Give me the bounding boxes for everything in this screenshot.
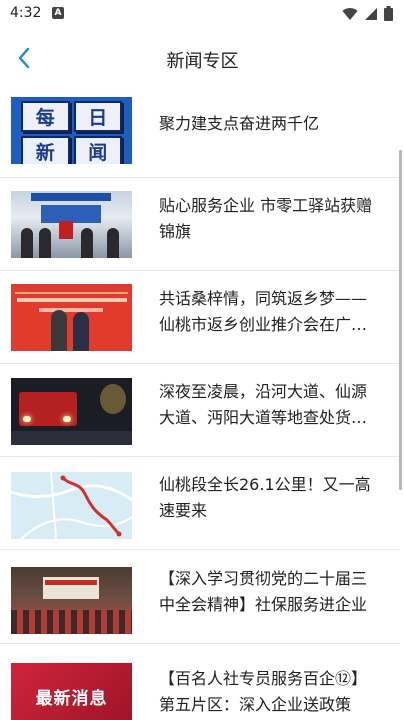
thumb-shape [81,228,93,258]
thumb-char: 闻 [73,136,122,164]
battery-icon [384,6,393,21]
news-list[interactable]: 每 日 新 闻 聚力建支点奋进两千亿 贴心服务企业 市零工驿站获赠锦旗 共话桑梓… [0,86,405,720]
thumb-label: 最新消息 [35,689,108,709]
thumb-shape [45,580,97,585]
page-title: 新闻专区 [166,51,239,72]
thumb-shape [23,416,31,422]
news-title: 聚力建支点奋进两千亿 [159,114,320,133]
news-title: 深夜至凌晨，沿河大道、仙源大道、沔阳大道等地查处货车违法行为 [159,382,368,427]
status-icons [342,6,393,21]
thumb-char: 日 [73,101,122,132]
thumb-shape [51,310,67,351]
news-title: 【百名人社专员服务百企⑫】第五片区：深入企业送政策 [159,669,368,714]
thumb-char: 每 [21,101,70,132]
thumb-shape [39,228,51,258]
status-bar: 4:32 A [0,0,405,28]
app-header: 新闻专区 [0,34,405,84]
scrollbar[interactable] [399,150,402,490]
thumb-shape [39,308,103,312]
news-thumbnail [11,378,132,445]
thumb-shape [73,312,89,351]
news-item[interactable]: 仙桃段全长26.1公里！又一高速要来 [0,458,400,550]
thumb-shape [17,298,127,302]
thumb-shape [59,221,73,239]
thumb-shape [11,431,132,445]
thumb-shape [31,193,111,201]
thumb-shape [11,610,132,634]
news-item[interactable]: 每 日 新 闻 聚力建支点奋进两千亿 [0,86,400,178]
news-thumbnail [11,284,132,351]
thumb-shape [21,228,33,258]
news-thumbnail [11,191,132,258]
news-item[interactable]: 共话桑梓情，同筑返乡梦——仙桃市返乡创业推介会在广州举行 [0,272,400,364]
news-title: 贴心服务企业 市零工驿站获赠锦旗 [159,196,373,241]
map-thumbnail [11,472,132,539]
news-item[interactable]: 最新消息 【百名人社专员服务百企⑫】第五片区：深入企业送政策 [0,652,400,720]
thumb-shape [100,384,126,414]
news-title: 【深入学习贯彻党的二十届三中全会精神】社保服务进企业 [159,569,368,614]
thumb-shape [15,292,128,294]
news-item[interactable]: 贴心服务企业 市零工驿站获赠锦旗 [0,179,400,271]
signal-icon [365,7,377,20]
news-item[interactable]: 深夜至凌晨，沿河大道、仙源大道、沔阳大道等地查处货车违法行为 [0,365,400,457]
thumb-shape [107,228,119,258]
status-time: 4:32 [10,5,42,21]
news-thumbnail [11,567,132,634]
thumb-shape [63,416,71,422]
news-thumbnail: 每 日 新 闻 [11,97,132,164]
notification-icon: A [52,7,64,19]
wifi-icon [342,7,358,20]
thumb-char: 新 [21,136,70,164]
news-thumbnail [11,472,132,539]
news-title: 仙桃段全长26.1公里！又一高速要来 [159,475,371,520]
news-thumbnail: 最新消息 [11,663,132,720]
news-title: 共话桑梓情，同筑返乡梦——仙桃市返乡创业推介会在广州举行 [159,289,368,334]
news-item[interactable]: 【深入学习贯彻党的二十届三中全会精神】社保服务进企业 [0,552,400,644]
